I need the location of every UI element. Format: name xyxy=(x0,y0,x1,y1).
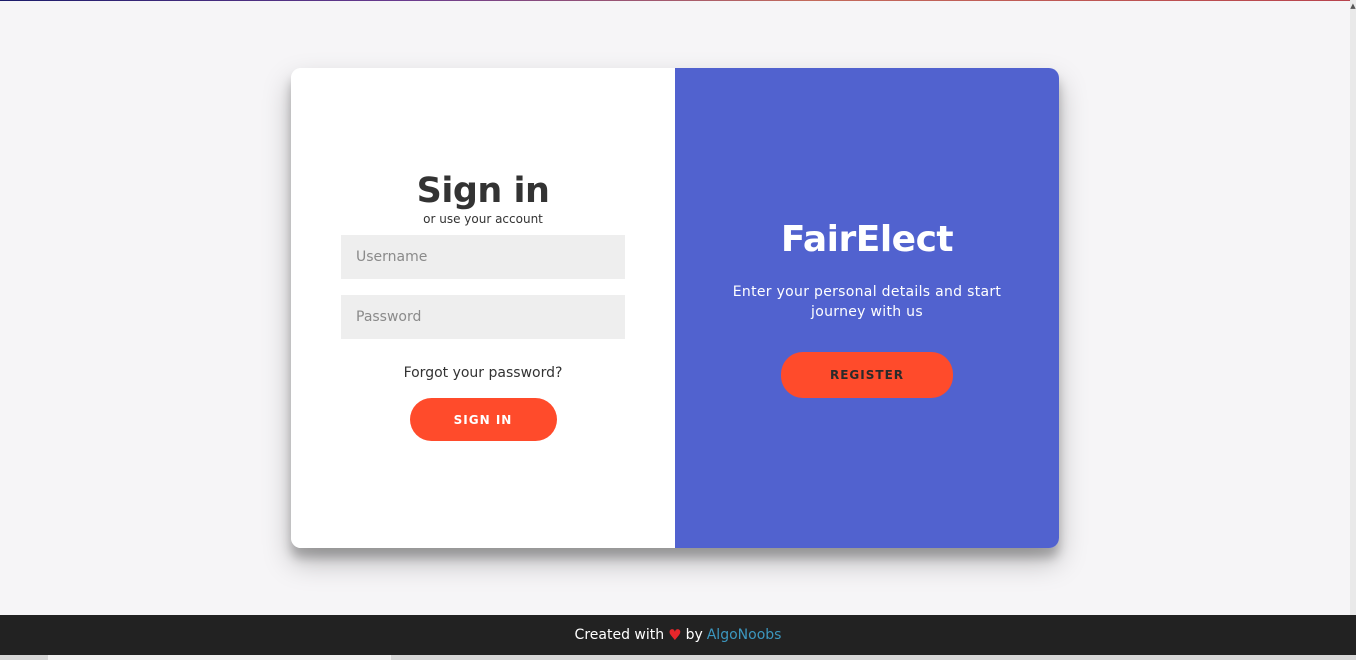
footer-by: by xyxy=(685,627,703,643)
footer-prefix: Created with xyxy=(574,627,665,643)
auth-card: Sign in or use your account Forgot your … xyxy=(291,68,1059,548)
register-overlay: FairElect Enter your personal details an… xyxy=(675,68,1059,548)
scroll-up-icon[interactable]: ▲ xyxy=(1350,0,1356,12)
password-input[interactable] xyxy=(341,295,625,339)
horizontal-scroll-thumb[interactable] xyxy=(48,655,391,660)
horizontal-scrollbar[interactable] xyxy=(0,655,1356,660)
register-button[interactable]: Register xyxy=(781,352,953,398)
signin-title: Sign in xyxy=(416,171,550,211)
overlay-text: Enter your personal details and start jo… xyxy=(732,284,1002,320)
username-input[interactable] xyxy=(341,235,625,279)
brand-title: FairElect xyxy=(780,219,954,260)
footer: Created with ♥ by AlgoNoobs xyxy=(0,615,1356,655)
signin-button[interactable]: Sign In xyxy=(409,398,557,441)
scrollbar[interactable]: ▲ xyxy=(1350,0,1356,615)
signin-form: Sign in or use your account Forgot your … xyxy=(291,68,675,548)
author-link[interactable]: AlgoNoobs xyxy=(707,627,782,643)
forgot-password-link[interactable]: Forgot your password? xyxy=(404,364,563,382)
signin-subtitle: or use your account xyxy=(423,212,543,226)
top-accent-line xyxy=(0,0,1350,1)
heart-icon: ♥ xyxy=(668,626,682,644)
